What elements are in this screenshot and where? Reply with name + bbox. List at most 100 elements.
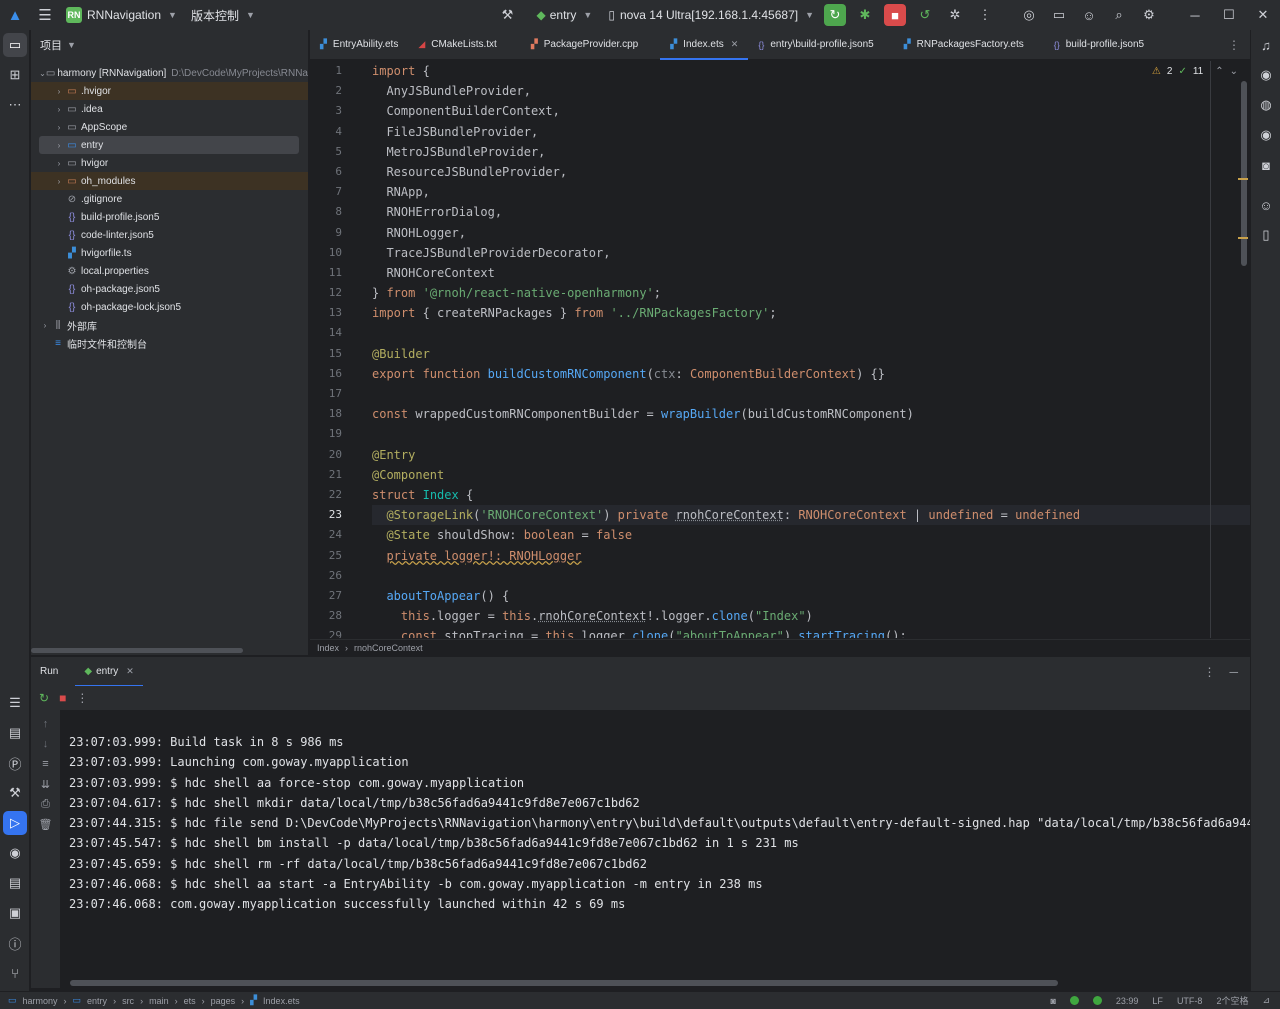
rerun-button[interactable]: ↻ — [824, 4, 846, 26]
code-line[interactable] — [372, 384, 1250, 404]
arkui-inspector-icon[interactable]: ◍ — [1251, 90, 1280, 120]
path-crumb[interactable]: main — [149, 996, 169, 1006]
line-number[interactable]: 14 — [310, 323, 366, 343]
chevron-right-icon[interactable]: › — [53, 159, 65, 168]
chevron-right-icon[interactable]: › — [39, 321, 51, 330]
build-tool-icon[interactable]: ⚒ — [0, 778, 30, 808]
tab-index[interactable]: ▞ Index.ets ✕ — [660, 30, 749, 60]
previewer-eye-icon[interactable]: ◉ — [1251, 120, 1280, 150]
line-number[interactable]: 20 — [310, 445, 366, 465]
tree-item[interactable]: ⊘ .gitignore — [31, 190, 308, 208]
code-line[interactable]: FileJSBundleProvider, — [372, 122, 1250, 142]
device-phone-icon[interactable]: ▯ — [1251, 220, 1280, 250]
line-number[interactable]: 29 — [310, 626, 366, 638]
chevron-right-icon[interactable]: › — [53, 123, 65, 132]
code-line[interactable]: import { — [372, 61, 1250, 81]
tree-item[interactable]: › ▭ oh_modules — [31, 172, 308, 190]
line-number[interactable]: 22 — [310, 485, 366, 505]
codegenie-status-icon[interactable]: ◙ — [1050, 996, 1055, 1006]
debug-icon[interactable]: ✱ — [854, 4, 876, 26]
main-menu-icon[interactable]: ☰ — [30, 0, 60, 30]
code-line[interactable]: TraceJSBundleProviderDecorator, — [372, 243, 1250, 263]
hide-panel-icon[interactable]: ─ — [1229, 665, 1238, 679]
problems-icon[interactable]: ⓘ — [0, 928, 30, 958]
more-tools-icon[interactable]: ⋯ — [0, 90, 30, 120]
line-number[interactable]: 19 — [310, 424, 366, 444]
tree-item[interactable]: {} build-profile.json5 — [31, 208, 308, 226]
line-number[interactable]: 21 — [310, 465, 366, 485]
code-line[interactable]: AnyJSBundleProvider, — [372, 81, 1250, 101]
account-icon[interactable]: ☺ — [1078, 4, 1100, 26]
scroll-up-icon[interactable]: ↑ — [31, 714, 60, 734]
chevron-down-icon[interactable]: ⌄ — [39, 69, 46, 78]
tabs-more-icon[interactable]: ⋮ — [1228, 38, 1240, 52]
path-crumb[interactable]: pages — [211, 996, 236, 1006]
code-line[interactable] — [372, 566, 1250, 586]
structure-icon[interactable]: ⊞ — [0, 60, 30, 90]
code-line[interactable]: import { createRNPackages } from '../RNP… — [372, 303, 1250, 323]
settings-gear-icon[interactable]: ⚙ — [1138, 4, 1160, 26]
line-number[interactable]: 11 — [310, 263, 366, 283]
code-line[interactable]: const wrappedCustomRNComponentBuilder = … — [372, 404, 1250, 424]
chevron-right-icon[interactable]: › — [53, 105, 65, 114]
console-hscrollbar[interactable] — [70, 980, 1058, 986]
tree-item[interactable]: ⚙ local.properties — [31, 262, 308, 280]
panel-options-icon[interactable]: ⋮ — [1203, 665, 1215, 679]
code-line[interactable]: aboutToAppear() { — [372, 586, 1250, 606]
path-crumb[interactable]: harmony — [23, 996, 58, 1006]
line-number[interactable]: 15 — [310, 344, 366, 364]
stop-button[interactable]: ■ — [884, 4, 906, 26]
path-crumb[interactable]: src — [122, 996, 134, 1006]
code-line[interactable]: this.logger = this.rnohCoreContext!.logg… — [372, 606, 1250, 626]
code-area[interactable]: import { AnyJSBundleProvider, ComponentB… — [372, 61, 1250, 638]
more-actions-icon[interactable]: ⋮ — [974, 4, 996, 26]
line-number[interactable]: 7 — [310, 182, 366, 202]
terminal-icon[interactable]: ▣ — [0, 898, 30, 928]
breadcrumb-item[interactable]: rnohCoreContext — [354, 643, 423, 653]
code-line[interactable]: ResourceJSBundleProvider, — [372, 162, 1250, 182]
line-number[interactable]: 27 — [310, 586, 366, 606]
line-number[interactable]: 16 — [310, 364, 366, 384]
code-line[interactable]: RNOHErrorDialog, — [372, 202, 1250, 222]
code-line[interactable]: RNApp, — [372, 182, 1250, 202]
stop-icon[interactable]: ■ — [59, 691, 66, 705]
line-number[interactable]: 5 — [310, 142, 366, 162]
scroll-down-icon[interactable]: ↓ — [31, 734, 60, 754]
scroll-to-end-icon[interactable]: ⇊ — [31, 774, 60, 794]
debug-tool-icon[interactable]: ◉ — [0, 838, 30, 868]
apply-changes-icon[interactable]: ↺ — [914, 4, 936, 26]
tree-item[interactable]: {} oh-package-lock.json5 — [31, 298, 308, 316]
tree-item[interactable]: › ▭ .idea — [31, 100, 308, 118]
log-icon[interactable]: ▤ — [0, 868, 30, 898]
line-number[interactable]: 8 — [310, 202, 366, 222]
line-number[interactable]: 2 — [310, 81, 366, 101]
line-number[interactable]: 25 — [310, 546, 366, 566]
tree-item[interactable]: › ▭ AppScope — [31, 118, 308, 136]
tab-packageprovider[interactable]: ▞ PackageProvider.cpp — [521, 30, 648, 60]
tree-item[interactable]: › ▭ hvigor — [31, 154, 308, 172]
ai-assistant-icon[interactable]: ◎ — [1018, 4, 1040, 26]
tab-entry-build-profile[interactable]: {} entry\build-profile.json5 — [748, 30, 883, 60]
chevron-right-icon[interactable]: › — [53, 141, 65, 150]
device-selector[interactable]: ▯ nova 14 Ultra[192.168.1.4:45687] ▼ — [608, 8, 814, 22]
codegenie-icon[interactable]: ◉ — [1251, 60, 1280, 90]
chevron-down-icon[interactable]: ⌄ — [1230, 66, 1238, 77]
chevron-up-icon[interactable]: ⌃ — [1215, 66, 1223, 77]
close-window-icon[interactable]: ✕ — [1246, 7, 1280, 23]
tab-run-entry[interactable]: ◆ entry ✕ — [75, 657, 144, 687]
line-number[interactable]: 9 — [310, 223, 366, 243]
code-line[interactable]: ComponentBuilderContext, — [372, 101, 1250, 121]
tree-item[interactable]: ▞ hvigorfile.ts — [31, 244, 308, 262]
line-number[interactable]: 23 — [310, 505, 366, 525]
close-tab-icon[interactable]: ✕ — [126, 666, 134, 677]
tab-build-profile[interactable]: {} build-profile.json5 — [1044, 30, 1154, 60]
notifications-bell-icon[interactable]: ♫ — [1251, 30, 1280, 60]
tree-root[interactable]: ⌄ ▭ harmony [RNNavigation] D:\DevCode\My… — [31, 64, 308, 82]
todo-icon[interactable]: ☰ — [0, 688, 30, 718]
rerun-icon[interactable]: ↻ — [39, 691, 49, 705]
code-line[interactable]: @State shouldShow: boolean = false — [372, 525, 1250, 545]
indent-setting[interactable]: 2个空格 — [1216, 994, 1248, 1007]
line-number[interactable]: 17 — [310, 384, 366, 404]
project-hscrollbar[interactable] — [31, 648, 243, 653]
line-number[interactable]: 4 — [310, 122, 366, 142]
